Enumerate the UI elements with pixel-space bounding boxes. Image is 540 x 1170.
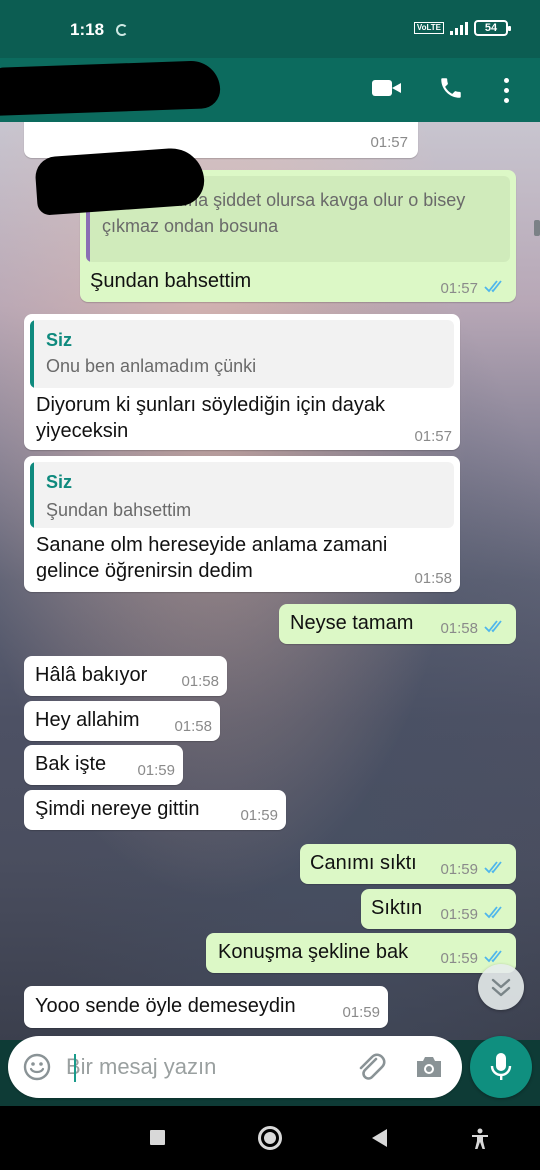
message-time: 01:59 (137, 762, 175, 779)
message-time: 01:59 (440, 906, 478, 923)
read-receipt-icon (484, 280, 502, 293)
message-text: Sıktın (371, 897, 423, 919)
voice-message-button[interactable] (470, 1036, 532, 1098)
message-time: 01:59 (440, 861, 478, 878)
quoted-message[interactable]: Siz Şundan bahsettim (30, 462, 454, 528)
back-button[interactable] (372, 1129, 387, 1147)
message-incoming[interactable]: Yooo sende öyle demeseydin 01:59 (24, 986, 388, 1028)
message-time: 01:58 (440, 620, 478, 637)
redacted-sender (34, 146, 206, 216)
message-outgoing[interactable]: Canımı sıktı 01:59 (300, 844, 516, 884)
message-outgoing[interactable]: Neyse tamam 01:58 (279, 604, 516, 644)
message-incoming[interactable]: Siz Şundan bahsettim Sanane olm hereseyi… (24, 456, 460, 592)
message-time: 01:58 (181, 673, 219, 690)
message-time: 01:58 (174, 718, 212, 735)
message-time: 01:57 (414, 428, 452, 445)
signal-icon (450, 21, 468, 35)
recents-button[interactable] (150, 1130, 165, 1145)
home-button[interactable] (258, 1126, 282, 1150)
message-text: gelince öğrenirsin dedim (36, 560, 253, 582)
message-input[interactable] (66, 1048, 336, 1086)
chat-header (0, 58, 540, 122)
message-text: Sanane olm hereseyide anlama zamani (36, 534, 388, 556)
message-outgoing[interactable]: Sıktın 01:59 (361, 889, 516, 929)
message-text: Şundan bahsettim (90, 270, 252, 292)
status-bar: 1:18 VoLTE 54 (0, 0, 540, 58)
battery-icon: 54 (474, 20, 511, 36)
message-text: Hâlâ bakıyor (35, 664, 148, 686)
read-receipt-icon (484, 950, 502, 963)
message-text: yiyeceksin (36, 420, 129, 442)
more-options-icon[interactable] (504, 78, 509, 103)
message-time: 01:59 (440, 950, 478, 967)
quoted-text: Şundan bahsettim (46, 500, 192, 520)
emoji-icon[interactable] (22, 1052, 52, 1082)
message-incoming[interactable]: Hâlâ bakıyor 01:58 (24, 656, 227, 696)
message-text: Konuşma şekline bak (218, 941, 409, 963)
attach-icon[interactable] (354, 1050, 386, 1084)
camera-icon[interactable] (414, 1054, 444, 1080)
accessibility-icon[interactable] (470, 1128, 490, 1150)
message-outgoing[interactable]: Konuşma şekline bak 01:59 (206, 933, 516, 973)
quoted-text: çıkmaz ondan bosuna (102, 216, 279, 236)
message-incoming[interactable]: 01:57 (24, 122, 418, 158)
volte-icon: VoLTE (413, 22, 444, 34)
double-chevron-down-icon (491, 978, 511, 997)
redacted-contact-name[interactable] (0, 60, 221, 116)
quoted-author: Siz (46, 472, 73, 492)
message-list[interactable]: 01:57 Kadın kadına şiddet olursa kavga o… (0, 122, 540, 1040)
microphone-icon (490, 1053, 512, 1080)
message-time: 01:58 (414, 570, 452, 587)
video-call-icon[interactable] (372, 80, 401, 96)
quoted-author: Siz (46, 330, 73, 350)
quoted-message[interactable]: Siz Onu ben anlamadım çünki (30, 320, 454, 388)
message-time: 01:57 (440, 280, 478, 297)
message-text: Diyorum ki şunları söylediğin için dayak (36, 394, 386, 416)
scrollbar[interactable] (534, 220, 540, 236)
message-text: Neyse tamam (290, 612, 414, 634)
message-time: 01:57 (370, 134, 408, 151)
status-indicators: VoLTE 54 (413, 20, 511, 36)
text-cursor (74, 1054, 76, 1082)
message-text: Yooo sende öyle demeseydin (35, 995, 296, 1017)
read-receipt-icon (484, 861, 502, 874)
message-incoming[interactable]: Hey allahim 01:58 (24, 701, 220, 741)
message-time: 01:59 (240, 807, 278, 824)
scroll-to-bottom-button[interactable] (478, 964, 524, 1010)
message-incoming[interactable]: Bak işte 01:59 (24, 745, 183, 785)
message-text: Hey allahim (35, 709, 140, 731)
message-composer (8, 1036, 462, 1098)
message-time: 01:59 (342, 1004, 380, 1021)
message-incoming[interactable]: Şimdi nereye gittin 01:59 (24, 790, 286, 830)
read-receipt-icon (484, 620, 502, 633)
message-text: Şimdi nereye gittin (35, 798, 200, 820)
voice-call-icon[interactable] (438, 75, 464, 106)
sync-icon (116, 24, 128, 36)
quoted-text: Onu ben anlamadım çünki (46, 356, 257, 376)
read-receipt-icon (484, 906, 502, 919)
message-text: Canımı sıktı (310, 852, 417, 874)
message-incoming[interactable]: Siz Onu ben anlamadım çünki Diyorum ki ş… (24, 314, 460, 450)
system-nav-bar (0, 1106, 540, 1170)
message-text: Bak işte (35, 753, 107, 775)
status-time: 1:18 (70, 20, 105, 39)
